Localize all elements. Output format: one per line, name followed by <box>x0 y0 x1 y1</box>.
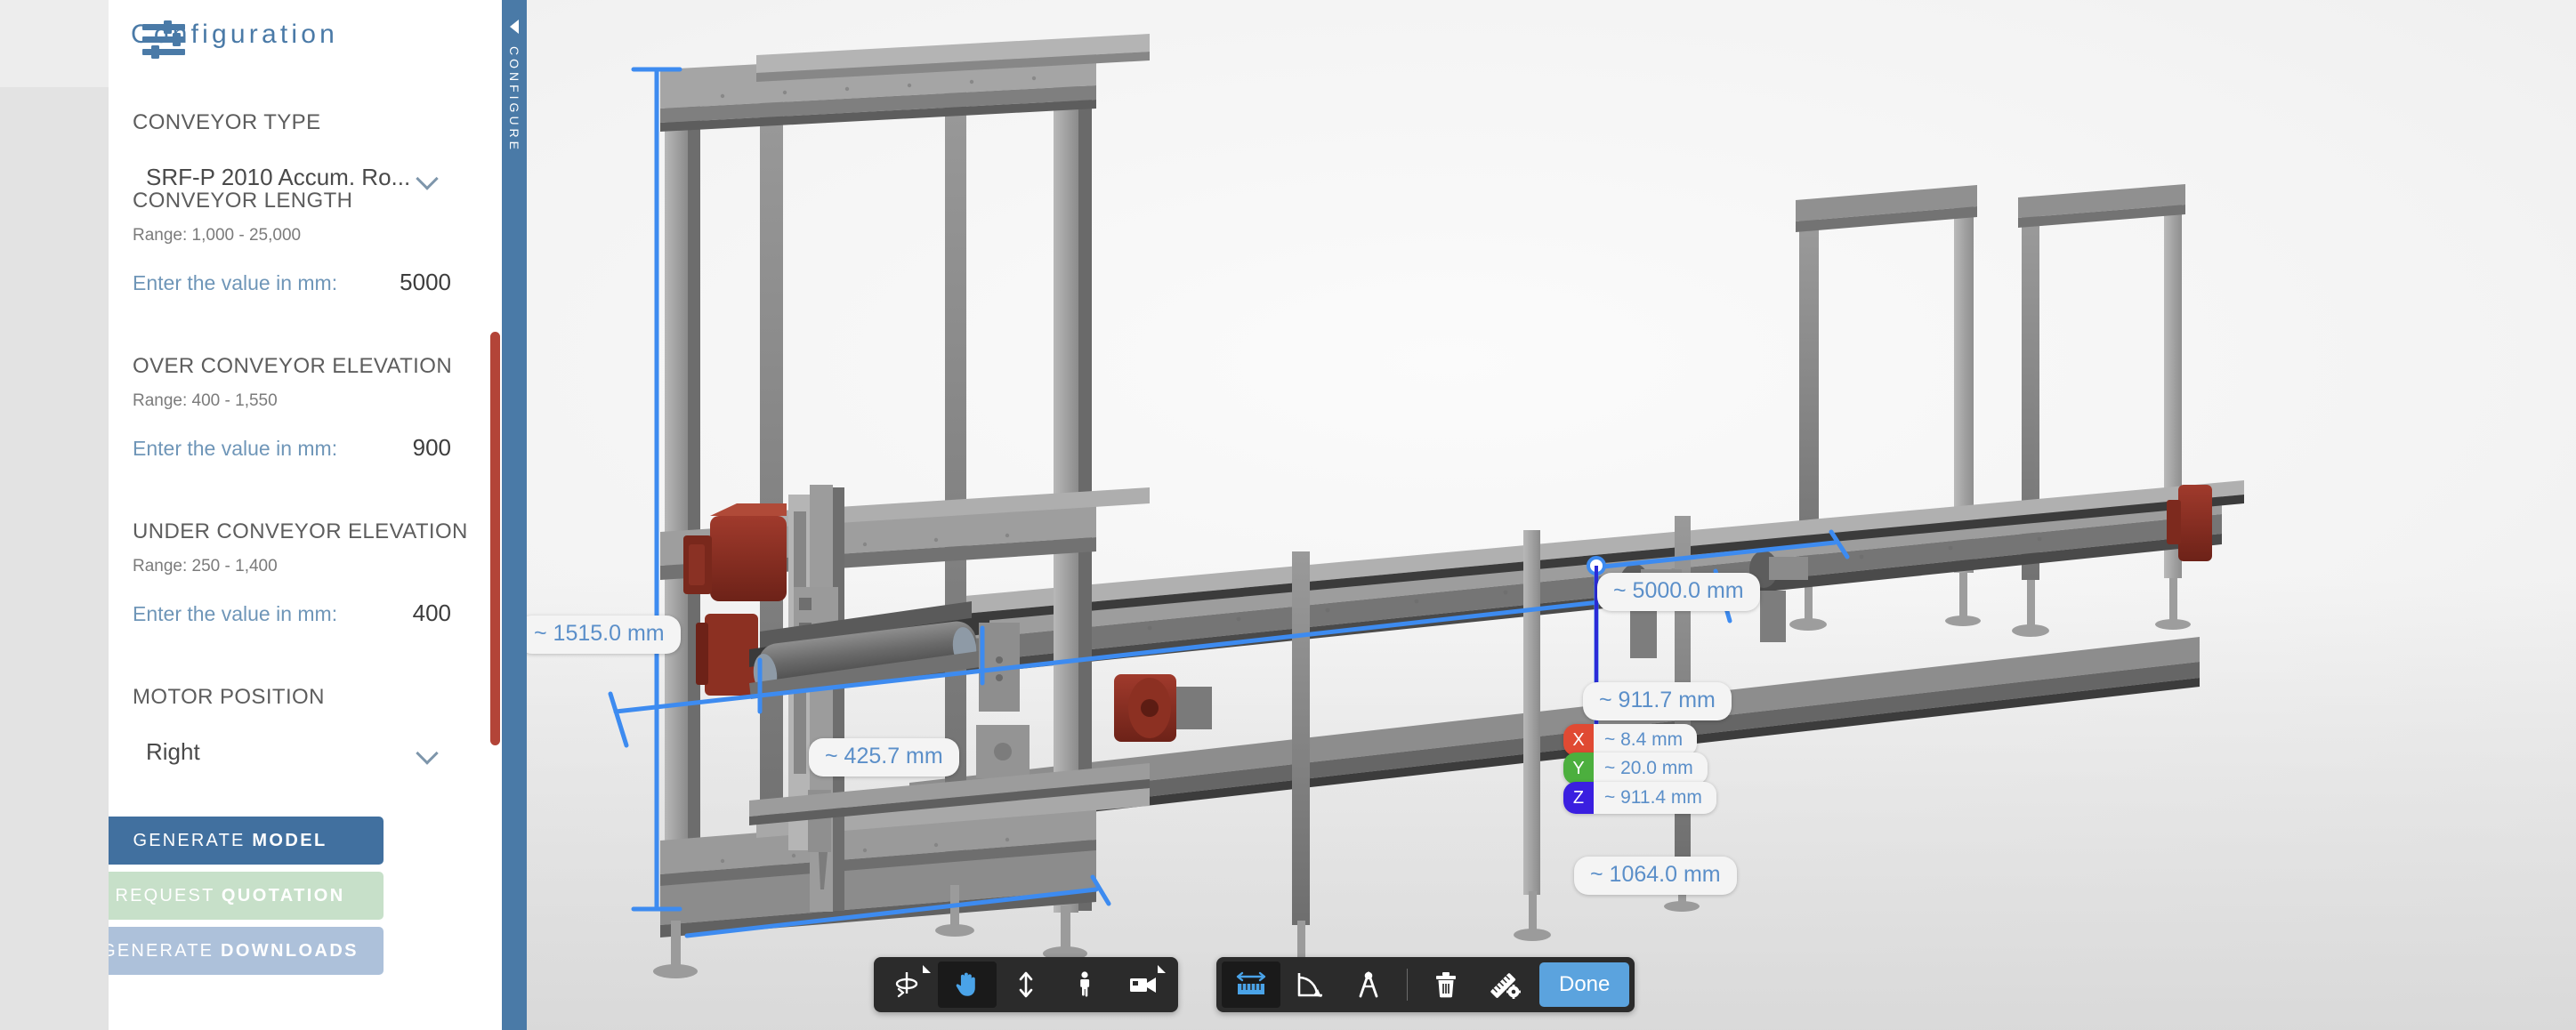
field-conveyor-length: CONVEYOR LENGTH Range: 1,000 - 25,000 En… <box>133 189 481 296</box>
field-hint: Enter the value in mm: <box>133 602 338 625</box>
measurement-label-425[interactable]: ~ 425.7 mm <box>809 738 959 777</box>
configure-tab[interactable]: CONFIGURE <box>502 0 527 1030</box>
left-backdrop <box>0 87 109 1030</box>
menu-corner-icon <box>1158 965 1166 973</box>
configure-tab-label: CONFIGURE <box>507 46 521 153</box>
measurement-label-5000[interactable]: ~ 5000.0 mm <box>1597 573 1760 611</box>
zoom-updown-icon <box>1019 971 1033 998</box>
request-quotation-label-light: REQUEST <box>115 886 222 905</box>
done-button[interactable]: Done <box>1539 962 1630 1007</box>
action-buttons: GENERATE MODEL REQUEST QUOTATION GENERAT… <box>109 817 392 982</box>
generate-model-button[interactable]: GENERATE MODEL <box>109 817 384 865</box>
under-conveyor-elevation-input[interactable]: 400 <box>413 599 451 627</box>
camera-button[interactable] <box>1114 962 1173 1008</box>
pan-hand-icon <box>956 972 975 996</box>
field-hint: Enter the value in mm: <box>133 437 338 460</box>
axis-value-z: ~ 911.4 mm <box>1594 782 1716 814</box>
request-quotation-button[interactable]: REQUEST QUOTATION <box>109 872 384 920</box>
field-range: Range: 1,000 - 25,000 <box>133 226 302 245</box>
conveyor-type-select[interactable]: SRF-P 2010 Accum. Ro... <box>133 164 440 191</box>
walk-button[interactable] <box>1055 962 1114 1008</box>
panel-scrollbar[interactable] <box>490 332 500 745</box>
measure-settings-button[interactable] <box>1475 962 1534 1008</box>
axis-measurement-x[interactable]: X ~ 8.4 mm <box>1563 724 1698 756</box>
generate-model-label-bold: MODEL <box>252 831 327 850</box>
navigation-toolbar <box>874 957 1178 1012</box>
axis-value-x: ~ 8.4 mm <box>1594 724 1698 756</box>
field-label: UNDER CONVEYOR ELEVATION <box>133 519 468 543</box>
measurement-label-911-7[interactable]: ~ 911.7 mm <box>1583 682 1732 720</box>
field-label: CONVEYOR TYPE <box>133 110 321 134</box>
field-label: CONVEYOR LENGTH <box>133 189 353 213</box>
configuration-panel: Configuration CONVEYOR TYPE SRF-P 2010 A… <box>109 0 502 1030</box>
field-label: MOTOR POSITION <box>133 685 325 709</box>
field-under-conveyor-elevation: UNDER CONVEYOR ELEVATION Range: 250 - 1,… <box>133 519 481 627</box>
field-motor-position: MOTOR POSITION Right <box>133 685 481 766</box>
camera-icon <box>1130 978 1156 993</box>
axis-badge-z: Z <box>1563 782 1594 814</box>
trash-icon <box>1436 972 1456 998</box>
chevron-down-icon <box>416 745 440 760</box>
field-range: Range: 400 - 1,550 <box>133 391 278 410</box>
conveyor-length-input[interactable]: 5000 <box>400 269 451 296</box>
menu-corner-icon <box>923 965 931 973</box>
measure-distance-button[interactable] <box>1222 962 1280 1008</box>
delete-button[interactable] <box>1417 962 1475 1008</box>
axis-badge-y: Y <box>1563 752 1594 785</box>
axis-measurement-y[interactable]: Y ~ 20.0 mm <box>1563 752 1708 785</box>
generate-downloads-label-light: GENERATE <box>109 941 221 961</box>
field-range: Range: 250 - 1,400 <box>133 557 278 575</box>
measurement-label-1064[interactable]: ~ 1064.0 mm <box>1574 857 1737 895</box>
panel-header: Configuration <box>109 0 502 87</box>
generate-downloads-button[interactable]: GENERATE DOWNLOADS <box>109 927 384 975</box>
measurement-label-1515[interactable]: ~ 1515.0 mm <box>527 616 681 654</box>
page-title: Configuration <box>131 20 339 49</box>
conveyor-3d-model <box>608 34 2244 978</box>
ruler-gear-icon <box>1490 973 1521 999</box>
field-row: Enter the value in mm: 5000 <box>133 269 451 296</box>
generate-model-label-light: GENERATE <box>133 831 253 850</box>
field-over-conveyor-elevation: OVER CONVEYOR ELEVATION Range: 400 - 1,5… <box>133 354 481 462</box>
chevron-down-icon <box>416 171 440 185</box>
select-value: Right <box>146 738 200 765</box>
select-value: SRF-P 2010 Accum. Ro... <box>146 164 411 190</box>
measure-angle-button[interactable] <box>1280 962 1339 1008</box>
axis-measurement-z[interactable]: Z ~ 911.4 mm <box>1563 782 1716 814</box>
ruler-distance-icon <box>1236 971 1266 994</box>
request-quotation-label-bold: QUOTATION <box>221 886 345 905</box>
field-conveyor-type: CONVEYOR TYPE SRF-P 2010 Accum. Ro... <box>133 110 481 191</box>
field-hint: Enter the value in mm: <box>133 271 338 294</box>
measure-text-button[interactable] <box>1339 962 1398 1008</box>
field-row: Enter the value in mm: 900 <box>133 434 451 462</box>
orbit-rotate-icon <box>895 972 918 998</box>
app-root: Configuration CONVEYOR TYPE SRF-P 2010 A… <box>0 0 2576 1030</box>
axis-value-y: ~ 20.0 mm <box>1594 752 1708 785</box>
panel-body: CONVEYOR TYPE SRF-P 2010 Accum. Ro... CO… <box>109 87 502 1030</box>
collapse-left-arrow-icon <box>510 20 519 34</box>
generate-downloads-label-bold: DOWNLOADS <box>220 941 359 961</box>
zoom-button[interactable] <box>997 962 1055 1008</box>
pan-button[interactable] <box>938 962 997 1008</box>
walk-person-icon <box>1080 971 1090 997</box>
caliper-icon <box>1359 971 1378 998</box>
measurement-toolbar: Done <box>1216 957 1635 1012</box>
axis-badge-x: X <box>1563 724 1594 756</box>
angle-icon <box>1297 973 1322 997</box>
field-row: Enter the value in mm: 400 <box>133 599 451 627</box>
toolbar-divider <box>1407 969 1408 1001</box>
model-viewport[interactable]: ~ 1515.0 mm ~ 5000.0 mm ~ 425.7 mm ~ 106… <box>527 0 2576 1030</box>
orbit-button[interactable] <box>879 962 938 1008</box>
field-label: OVER CONVEYOR ELEVATION <box>133 354 453 378</box>
over-conveyor-elevation-input[interactable]: 900 <box>413 434 451 462</box>
motor-position-select[interactable]: Right <box>133 738 440 766</box>
